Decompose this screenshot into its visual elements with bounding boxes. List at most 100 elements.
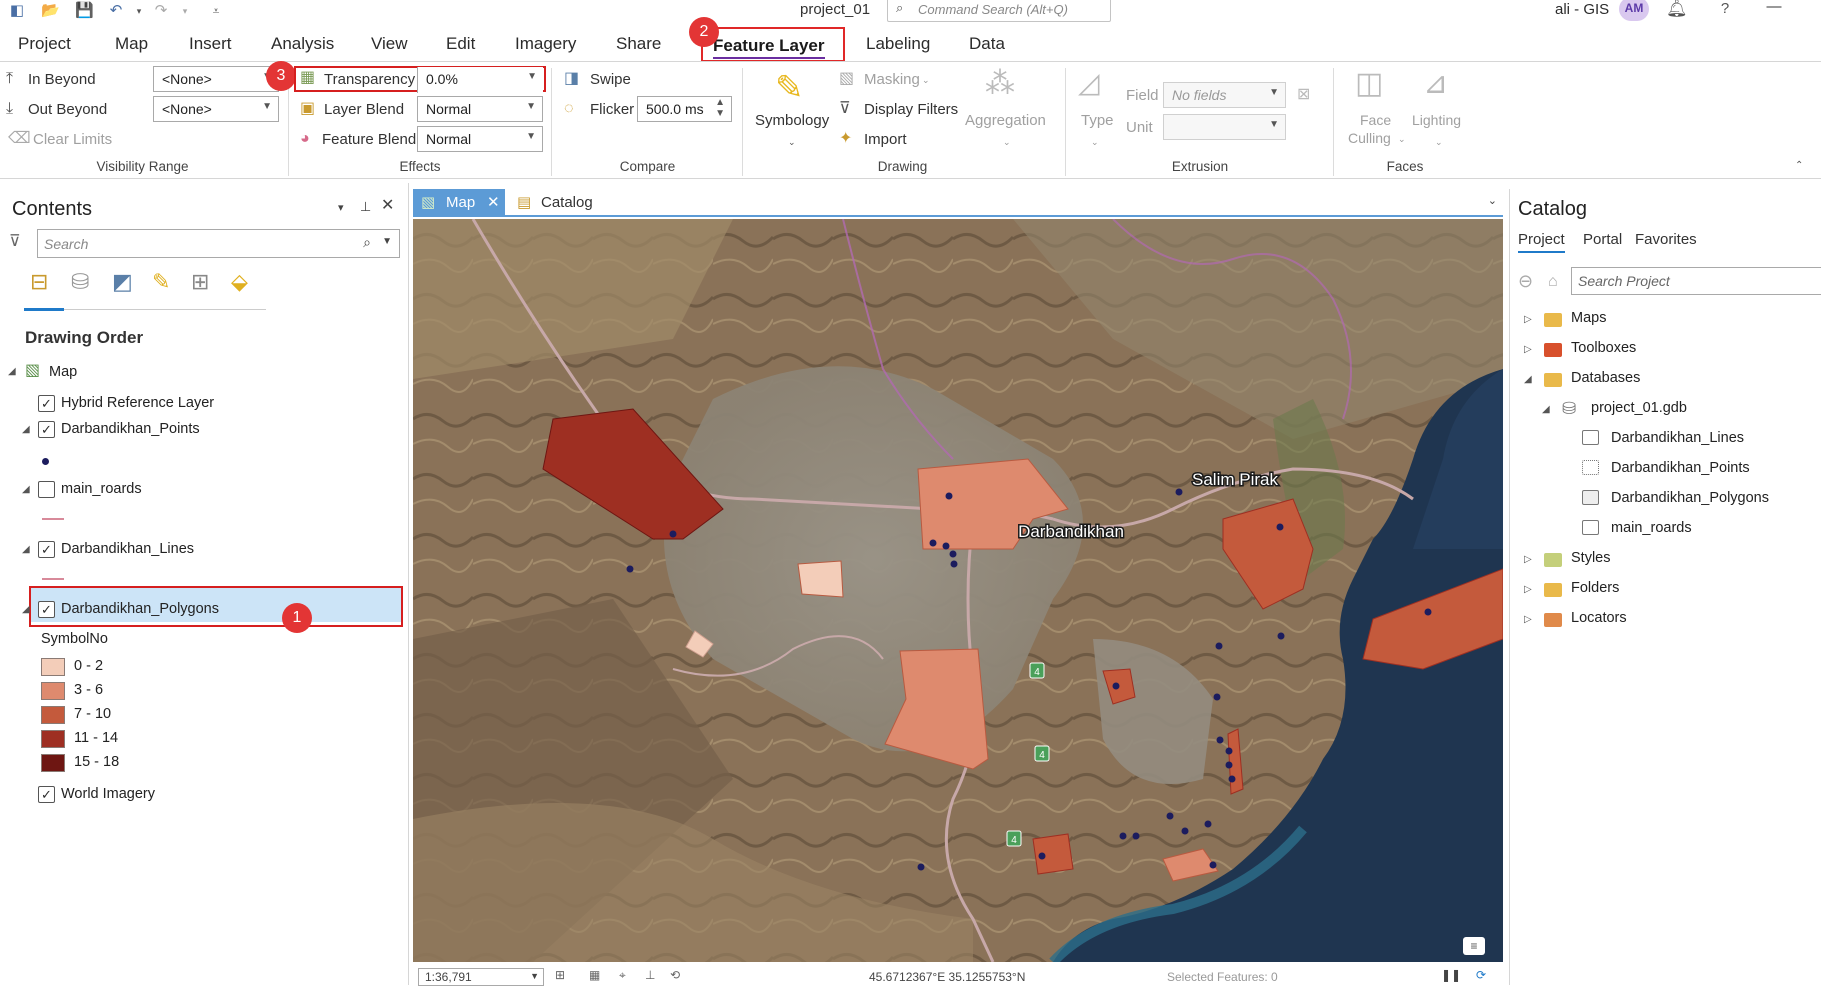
tab-share[interactable]: Share xyxy=(616,34,661,54)
point-feature[interactable] xyxy=(1112,682,1120,690)
flicker-input[interactable]: 500.0 ms ▲ ▼ xyxy=(637,96,732,122)
pane-options-icon[interactable]: ▾ xyxy=(338,199,344,217)
layer-checkbox[interactable]: ✓ xyxy=(38,541,55,558)
catalog-item-polygons[interactable]: Darbandikhan_Polygons xyxy=(1611,490,1769,506)
redo-dropdown-icon[interactable]: ▾ xyxy=(176,2,194,20)
lighting-button[interactable]: Lighting xyxy=(1412,112,1461,128)
expression-icon[interactable]: ⊠ xyxy=(1297,86,1310,104)
minimize-icon[interactable]: — xyxy=(1765,0,1783,16)
catalog-item-lines[interactable]: Darbandikhan_Lines xyxy=(1611,430,1744,446)
catalog-item-points[interactable]: Darbandikhan_Points xyxy=(1611,460,1750,476)
polygon-feature[interactable] xyxy=(1032,833,1074,875)
home-icon[interactable]: ⌂ xyxy=(1548,273,1558,291)
transparency-input[interactable]: 0.0% ▼ xyxy=(417,67,543,93)
point-feature[interactable] xyxy=(1213,693,1221,701)
point-feature[interactable] xyxy=(1424,608,1432,616)
expand-icon[interactable]: ◢ xyxy=(22,544,30,555)
symbology-button[interactable]: Symbology xyxy=(755,112,829,129)
spinner-icon[interactable]: ▲ ▼ xyxy=(715,97,725,119)
point-feature[interactable] xyxy=(669,530,677,538)
point-feature[interactable] xyxy=(1276,523,1284,531)
field-combo[interactable]: No fields ▼ xyxy=(1163,82,1286,108)
tab-map[interactable]: Map xyxy=(115,34,148,54)
help-icon[interactable]: ? xyxy=(1716,0,1734,18)
user-name[interactable]: ali - GIS xyxy=(1555,1,1609,18)
tab-catalog-view[interactable]: ▤ Catalog xyxy=(517,194,593,211)
point-feature[interactable] xyxy=(1225,747,1233,755)
tab-analysis[interactable]: Analysis xyxy=(271,34,334,54)
filter-icon[interactable]: ⊽ xyxy=(9,233,21,251)
refresh-icon[interactable]: ⟳ xyxy=(1476,968,1486,982)
list-by-selection-icon[interactable]: ◩ xyxy=(112,271,133,293)
expand-icon[interactable]: ◢ xyxy=(22,604,30,615)
culling-label[interactable]: Culling xyxy=(1348,130,1391,146)
pause-icon[interactable]: ❚❚ xyxy=(1441,968,1461,982)
chevron-down-icon[interactable]: ⌄ xyxy=(1091,133,1099,151)
point-feature[interactable] xyxy=(1166,812,1174,820)
point-feature[interactable] xyxy=(1181,827,1189,835)
collapse-icon[interactable]: ◢ xyxy=(1524,374,1532,385)
point-feature[interactable] xyxy=(1225,761,1233,769)
chevron-down-icon[interactable]: ⌄ xyxy=(1003,133,1011,151)
list-by-editing-icon[interactable]: ✎ xyxy=(152,271,170,293)
tab-insert[interactable]: Insert xyxy=(189,34,232,54)
point-feature[interactable] xyxy=(1215,642,1223,650)
catalog-item-locators[interactable]: Locators xyxy=(1571,610,1627,626)
point-feature[interactable] xyxy=(917,863,925,871)
contents-search-input[interactable]: Search ⌕ ▼ xyxy=(37,229,400,258)
close-icon[interactable]: ✕ xyxy=(487,193,500,211)
grid-icon[interactable]: ⊞ xyxy=(555,968,565,982)
attribution-icon[interactable]: ≡ xyxy=(1463,937,1485,955)
point-feature[interactable] xyxy=(950,560,958,568)
snapping-icon[interactable]: ⌖ xyxy=(619,968,626,983)
point-feature[interactable] xyxy=(1119,832,1127,840)
expand-icon[interactable]: ▷ xyxy=(1524,314,1532,325)
layer-darbandikhan-lines[interactable]: Darbandikhan_Lines xyxy=(61,541,194,557)
swipe-button[interactable]: Swipe xyxy=(590,71,631,88)
point-feature[interactable] xyxy=(942,542,950,550)
tab-feature-layer[interactable]: Feature Layer xyxy=(701,27,845,62)
list-by-snapping-icon[interactable]: ⊞ xyxy=(191,271,209,293)
list-by-drawing-order-icon[interactable]: ⊟ xyxy=(30,271,48,293)
tab-labeling[interactable]: Labeling xyxy=(866,34,930,54)
extrusion-type-button[interactable]: Type xyxy=(1081,112,1114,129)
layer-darbandikhan-polygons[interactable]: Darbandikhan_Polygons xyxy=(61,601,219,617)
chevron-down-icon[interactable]: ⌄ xyxy=(1398,130,1406,148)
expand-icon[interactable]: ◢ xyxy=(22,424,30,435)
point-feature[interactable] xyxy=(1204,820,1212,828)
catalog-search-input[interactable]: Search Project xyxy=(1571,267,1821,295)
layer-blend-combo[interactable]: Normal ▼ xyxy=(417,96,543,122)
clear-limits-button[interactable]: Clear Limits xyxy=(33,131,112,148)
layer-checkbox[interactable]: ✓ xyxy=(38,786,55,803)
catalog-item-project-gdb[interactable]: project_01.gdb xyxy=(1591,400,1687,416)
flicker-label[interactable]: Flicker xyxy=(590,101,634,118)
catalog-tab-project[interactable]: Project xyxy=(1518,231,1565,253)
point-feature[interactable] xyxy=(1216,736,1224,744)
expand-icon[interactable]: ▷ xyxy=(1524,584,1532,595)
command-search-input[interactable]: ⌕ Command Search (Alt+Q) xyxy=(887,0,1111,22)
catalog-item-main-roards[interactable]: main_roards xyxy=(1611,520,1692,536)
expand-icon[interactable]: ▷ xyxy=(1524,554,1532,565)
expand-icon[interactable]: ◢ xyxy=(22,484,30,495)
point-feature[interactable] xyxy=(626,565,634,573)
collapse-ribbon-icon[interactable]: ⌃ xyxy=(1795,157,1803,175)
customize-toolbar-icon[interactable]: ⩡ xyxy=(207,2,225,20)
tab-view[interactable]: View xyxy=(371,34,408,54)
catalog-item-styles[interactable]: Styles xyxy=(1571,550,1611,566)
catalog-item-databases[interactable]: Databases xyxy=(1571,370,1640,386)
undo-dropdown-icon[interactable]: ▾ xyxy=(130,2,148,20)
import-button[interactable]: Import xyxy=(864,131,907,148)
feature-blend-combo[interactable]: Normal ▼ xyxy=(417,126,543,152)
polygon-feature[interactable] xyxy=(797,560,844,598)
point-feature[interactable] xyxy=(1132,832,1140,840)
layer-world-imagery[interactable]: World Imagery xyxy=(61,786,155,802)
expand-icon[interactable]: ▷ xyxy=(1524,344,1532,355)
tab-imagery[interactable]: Imagery xyxy=(515,34,576,54)
close-icon[interactable]: ✕ xyxy=(381,197,394,215)
chevron-down-icon[interactable]: ▼ xyxy=(382,236,392,247)
aggregation-button[interactable]: Aggregation xyxy=(965,112,1046,129)
layer-checkbox[interactable]: ✓ xyxy=(38,601,55,618)
point-feature[interactable] xyxy=(1175,488,1183,496)
undo-icon[interactable]: ↶ xyxy=(107,2,125,20)
face-label[interactable]: Face xyxy=(1360,112,1391,128)
